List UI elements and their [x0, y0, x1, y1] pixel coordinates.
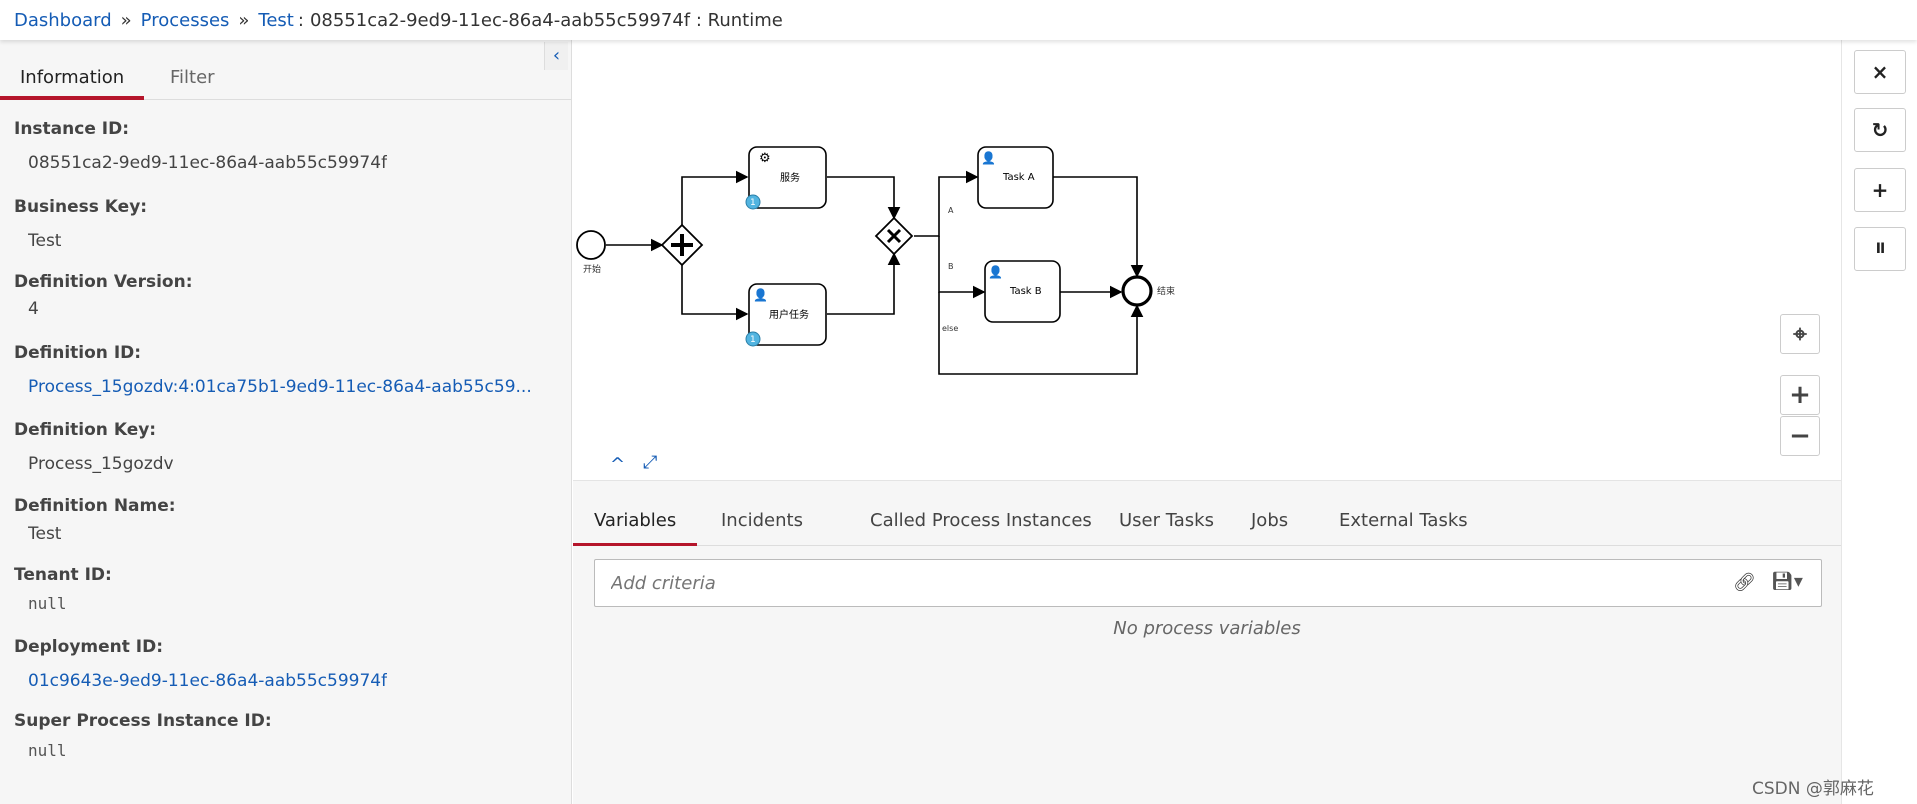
sequence-flow — [681, 265, 749, 321]
definition-name-label: Definition Name: — [14, 496, 176, 516]
chevron-up-icon[interactable]: ^ — [610, 454, 625, 475]
task-b-label: Task B — [1009, 286, 1042, 297]
add-variable-button[interactable]: + — [1854, 168, 1906, 212]
criteria-search-input[interactable] — [611, 570, 1611, 596]
gear-icon: ⚙ — [759, 151, 771, 166]
flow-else-label: else — [942, 324, 958, 333]
sequence-flow — [827, 176, 901, 220]
exclusive-gateway[interactable] — [874, 216, 914, 256]
definition-name-value: Test — [28, 524, 62, 544]
plus-icon: + — [1871, 178, 1889, 202]
instance-info-panel: ‹ Information Filter Instance ID: 08551c… — [0, 40, 572, 804]
super-process-instance-id-value: null — [28, 741, 67, 760]
bpmn-diagram: 开始 ⚙ 服务 1 👤 用户任务 1 A B else 👤 Task A 👤 T… — [576, 146, 1175, 375]
tab-information[interactable]: Information — [0, 60, 145, 100]
user-task-label: 用户任务 — [769, 308, 809, 321]
sequence-flow — [681, 170, 749, 225]
service-task-label: 服务 — [780, 171, 800, 184]
user-icon: 👤 — [753, 288, 768, 302]
detail-tabs: Variables Incidents Called Process Insta… — [573, 480, 1841, 547]
fullscreen-icon[interactable]: ⤢ — [643, 452, 657, 473]
start-event[interactable] — [576, 230, 606, 260]
sequence-flow — [827, 252, 901, 315]
tab-called-process-instances[interactable]: Called Process Instances — [849, 503, 1113, 547]
zoom-reset-button[interactable]: ⌖ — [1780, 314, 1820, 354]
link-icon[interactable]: 🔗︎ — [1733, 572, 1756, 593]
tenant-id-value: null — [28, 594, 67, 613]
instance-id-label: Instance ID: — [14, 119, 130, 139]
empty-variables-message: No process variables — [1113, 618, 1301, 639]
business-key-value: Test — [28, 231, 62, 251]
breadcrumb-test-link[interactable]: Test — [258, 10, 293, 31]
definition-id-label: Definition ID: — [14, 343, 142, 363]
breadcrumb-dashboard-link[interactable]: Dashboard — [14, 10, 112, 31]
breadcrumb-colon: : — [297, 9, 304, 31]
tab-incidents[interactable]: Incidents — [700, 503, 824, 547]
end-event[interactable] — [1121, 275, 1153, 307]
cancel-instance-button[interactable]: × — [1854, 50, 1906, 94]
pause-icon: II — [1875, 241, 1885, 257]
task-a[interactable]: 👤 Task A — [977, 146, 1054, 209]
save-icon[interactable]: 💾︎▾ — [1771, 571, 1803, 592]
suspend-button[interactable]: II — [1854, 227, 1906, 271]
business-key-label: Business Key: — [14, 197, 148, 217]
sequence-flow-b — [938, 236, 986, 299]
breadcrumb-processes-link[interactable]: Processes — [141, 10, 230, 31]
bpmn-diagram-canvas[interactable]: 开始 ⚙ 服务 1 👤 用户任务 1 A B else 👤 Task A 👤 T… — [573, 40, 1841, 480]
tab-variables[interactable]: Variables — [573, 503, 698, 547]
user-icon: 👤 — [981, 151, 996, 165]
variables-panel: 🔗︎ 💾︎▾ No process variables — [573, 546, 1841, 804]
tab-jobs[interactable]: Jobs — [1230, 503, 1309, 547]
instance-id-value: 08551ca2-9ed9-11ec-86a4-aab55c59974f — [28, 153, 388, 173]
definition-key-label: Definition Key: — [14, 420, 157, 440]
tab-external-tasks[interactable]: External Tasks — [1318, 503, 1489, 547]
info-tabs: Information Filter — [0, 60, 572, 100]
super-process-instance-id-label: Super Process Instance ID: — [14, 711, 272, 731]
zoom-in-button[interactable]: + — [1780, 375, 1820, 415]
minus-icon: − — [1789, 421, 1811, 451]
definition-key-value: Process_15gozdv — [28, 454, 174, 474]
user-icon: 👤 — [988, 265, 1003, 279]
instance-count-badge-label: 1 — [750, 198, 756, 208]
criteria-search-box: 🔗︎ 💾︎▾ — [594, 559, 1822, 607]
instance-count-badge-label: 1 — [750, 335, 756, 345]
task-a-label: Task A — [1002, 172, 1035, 183]
start-event-label: 开始 — [583, 263, 601, 275]
flow-a-label: A — [948, 206, 954, 215]
definition-version-label: Definition Version: — [14, 272, 193, 292]
flow-b-label: B — [948, 262, 954, 271]
plus-icon: + — [1789, 380, 1811, 410]
user-task[interactable]: 👤 用户任务 1 — [745, 283, 827, 347]
tab-user-tasks[interactable]: User Tasks — [1098, 503, 1235, 547]
retry-button[interactable]: ↻ — [1854, 108, 1906, 152]
close-icon: × — [1871, 60, 1889, 84]
deployment-id-label: Deployment ID: — [14, 637, 164, 657]
sequence-flow — [1052, 176, 1144, 278]
breadcrumb: Dashboard » Processes » Test : 08551ca2-… — [0, 0, 1917, 40]
zoom-out-button[interactable]: − — [1780, 416, 1820, 456]
breadcrumb-separator: » — [120, 9, 132, 31]
breadcrumb-current: 08551ca2-9ed9-11ec-86a4-aab55c59974f : R… — [309, 9, 783, 31]
service-task[interactable]: ⚙ 服务 1 — [745, 146, 827, 210]
breadcrumb-separator: » — [238, 9, 250, 31]
refresh-icon: ↻ — [1871, 118, 1889, 142]
watermark: CSDN @郭麻花 — [1752, 779, 1874, 799]
end-event-label: 结束 — [1157, 285, 1175, 297]
parallel-gateway[interactable] — [660, 223, 704, 267]
deployment-id-link[interactable]: 01c9643e-9ed9-11ec-86a4-aab55c59974f — [28, 671, 387, 691]
definition-id-link[interactable]: Process_15gozdv:4:01ca75b1-9ed9-11ec-86a… — [28, 377, 532, 397]
crosshair-icon: ⌖ — [1793, 320, 1807, 348]
definition-version-value: 4 — [28, 299, 39, 319]
instance-action-toolbar: × ↻ + II — [1841, 40, 1917, 804]
tab-filter[interactable]: Filter — [150, 60, 235, 100]
task-b[interactable]: 👤 Task B — [984, 260, 1061, 323]
sequence-flow-a — [914, 170, 979, 237]
tenant-id-label: Tenant ID: — [14, 565, 112, 585]
